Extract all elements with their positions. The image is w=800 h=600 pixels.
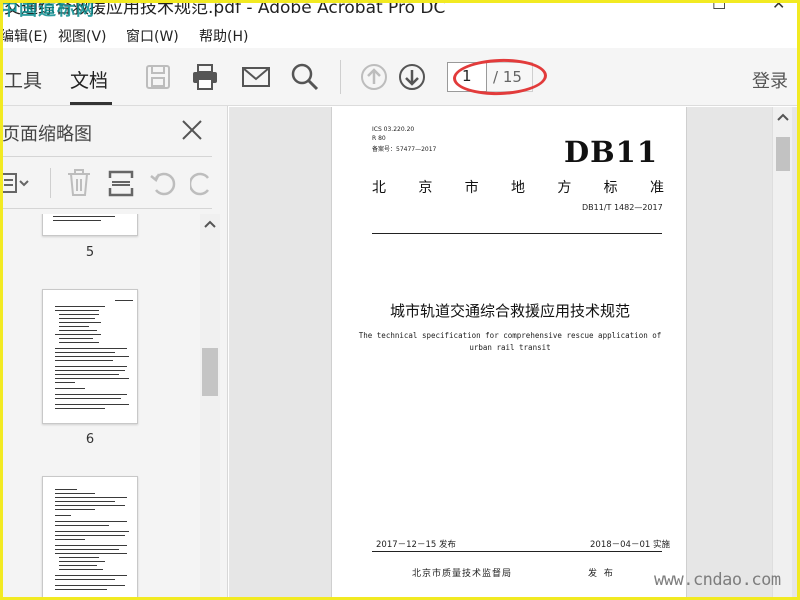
mail-icon[interactable] (241, 62, 271, 92)
title-bar: 交通综合救援应用技术规范.pdf - Adobe Acrobat Pro DC … (0, 0, 800, 22)
document-title: 城市轨道交通综合救援应用技术规范 (389, 302, 630, 320)
issuing-authority: 北京市质量技术监督局 (412, 569, 513, 579)
menu-edit[interactable]: 编辑(E) (0, 26, 48, 46)
page-down-icon[interactable] (397, 62, 427, 92)
document-title-english-cont: urban rail transit (469, 343, 551, 352)
delete-page-icon[interactable] (64, 168, 94, 198)
heading-char: 市 (464, 180, 479, 196)
document-scrollbar-thumb[interactable] (776, 137, 790, 171)
rotate-counterclockwise-icon[interactable] (148, 168, 178, 198)
thumbnail-options-icon[interactable] (0, 168, 30, 198)
pdf-page: ICS 03.220.20 R 80 备案号：57477—2017 DB11 北… (331, 107, 687, 600)
ics-code: ICS 03.220.20 (372, 126, 415, 133)
panel-tools-separator (50, 168, 51, 198)
page-up-icon[interactable] (359, 62, 389, 92)
document-scrollbar[interactable] (772, 107, 792, 600)
heading-char: 准 (649, 180, 664, 196)
close-icon[interactable] (180, 118, 204, 142)
filing-number: 备案号：57477—2017 (372, 146, 437, 153)
thumbnail-panel: 页面缩略图 5 6 (0, 106, 228, 600)
panel-divider (0, 208, 212, 209)
heading-char: 地 (510, 180, 525, 196)
active-tab-indicator (70, 102, 112, 105)
thumbnail-page-7[interactable] (42, 476, 138, 600)
watermark-url: www.cndao.com (654, 570, 781, 590)
panel-divider (0, 156, 212, 157)
thumbnail-scrollbar-thumb[interactable] (202, 348, 218, 396)
maximize-button[interactable]: ☐ (712, 0, 726, 13)
scroll-up-arrow-icon[interactable] (777, 113, 789, 121)
thumbnail-label: 5 (85, 245, 95, 260)
standard-type-heading: 北 京 市 地 方 标 准 (372, 177, 664, 197)
heading-char: 京 (418, 180, 433, 196)
header-rule (372, 233, 662, 234)
menu-view[interactable]: 视图(V) (58, 26, 107, 46)
issue-date: 2017－12－15 发布 (376, 540, 456, 550)
rotate-clockwise-icon[interactable] (190, 168, 212, 198)
thumbnail-label: 6 (85, 432, 95, 447)
print-icon[interactable] (190, 62, 220, 92)
tab-tools[interactable]: 工具 (4, 66, 42, 93)
publish-label: 发 布 (588, 569, 615, 579)
heading-char: 北 (372, 180, 386, 196)
standard-code: DB11 (564, 135, 659, 169)
save-icon[interactable] (143, 62, 173, 92)
thumbnail-scrollbar[interactable] (200, 214, 220, 600)
thumbnail-list: 5 6 (0, 214, 200, 600)
scroll-up-arrow-icon[interactable] (204, 220, 216, 228)
heading-char: 方 (557, 180, 572, 196)
implementation-date: 2018－04－01 实施 (590, 540, 670, 550)
menu-help[interactable]: 帮助(H) (199, 26, 248, 46)
search-icon[interactable] (290, 62, 320, 92)
main-toolbar: 工具 文档 1 / 15 登录 (0, 48, 800, 106)
footer-rule (372, 551, 662, 552)
r-code: R 80 (372, 135, 386, 142)
heading-char: 标 (603, 180, 618, 196)
login-link[interactable]: 登录 (752, 67, 788, 93)
menu-window[interactable]: 窗口(W) (126, 26, 179, 46)
close-button[interactable]: ✕ (772, 0, 785, 13)
document-title-english: The technical specification for comprehe… (358, 331, 662, 340)
thumbnail-page-5[interactable] (42, 214, 138, 236)
toolbar-separator (340, 60, 341, 94)
standard-number: DB11/T 1482—2017 (582, 203, 663, 212)
tab-document[interactable]: 文档 (70, 66, 108, 93)
thumbnail-page-6[interactable] (42, 289, 138, 424)
panel-title: 页面缩略图 (2, 124, 92, 145)
extract-page-icon[interactable] (106, 168, 136, 198)
menu-bar: 编辑(E) 视图(V) 窗口(W) 帮助(H) (0, 22, 800, 48)
watermark-site-name: 中国道标网 (0, 0, 95, 20)
